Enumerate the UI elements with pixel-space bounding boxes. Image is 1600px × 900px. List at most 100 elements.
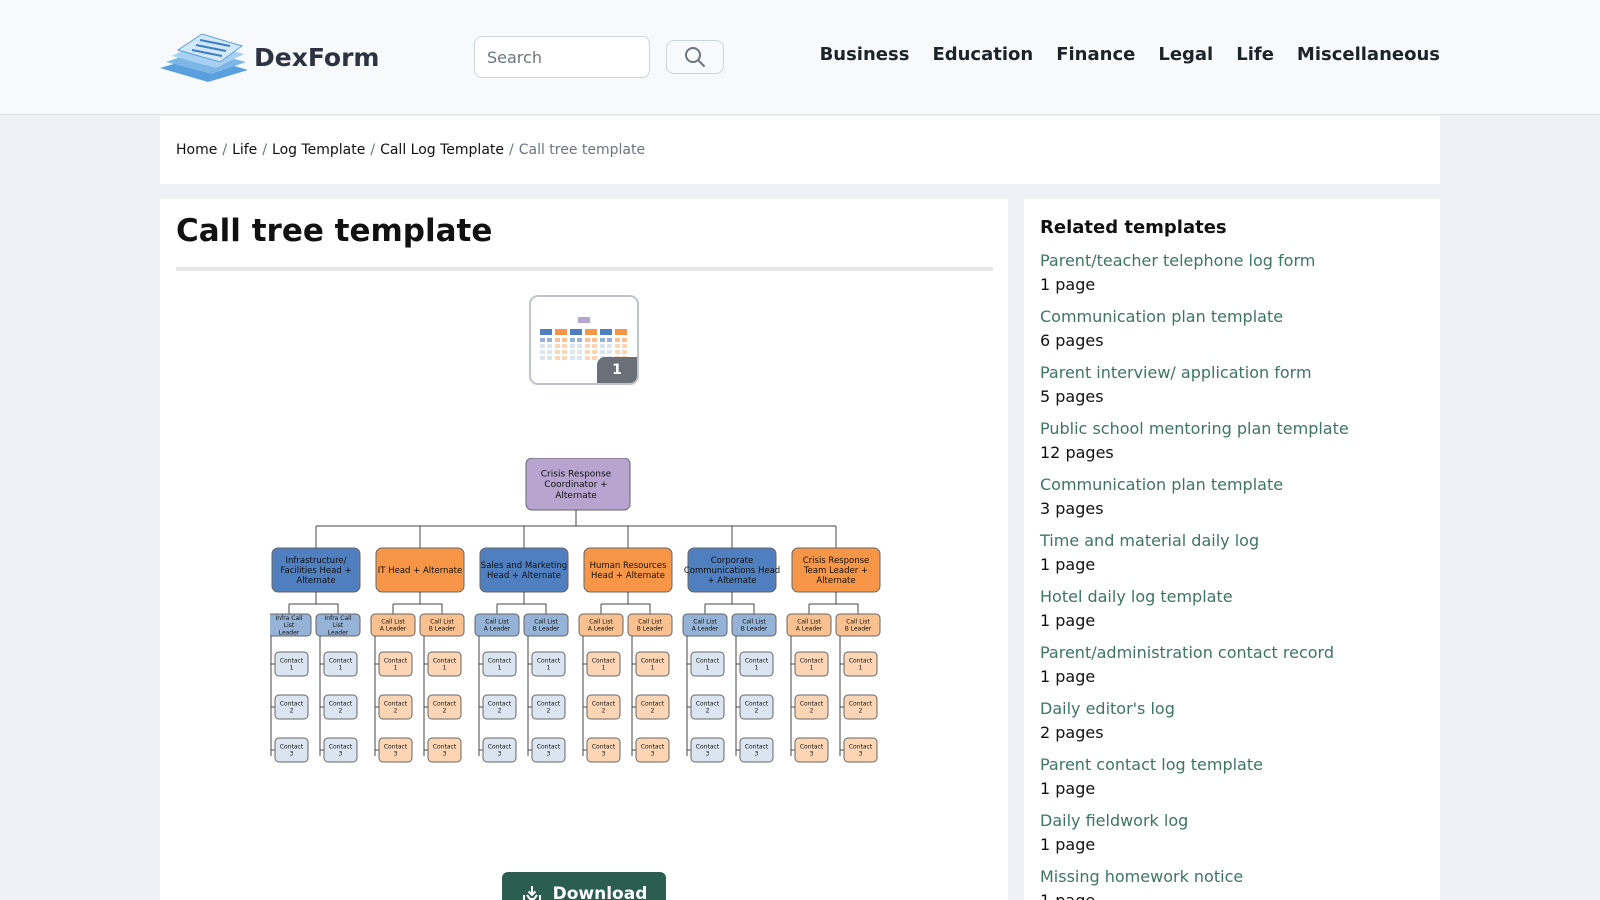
related-item-link[interactable]: Parent/administration contact record [1040, 642, 1424, 664]
nav-education[interactable]: Education [932, 44, 1033, 65]
related-item-link[interactable]: Parent contact log template [1040, 754, 1424, 776]
thumb-cell [555, 356, 560, 360]
tree-leader-label: Call List A Leader [380, 619, 407, 633]
page-title: Call tree template [176, 213, 493, 249]
thumb-cell [600, 350, 605, 354]
thumb-head [570, 329, 582, 335]
template-panel: Call tree template 1 Crisis Response Coor… [160, 199, 1008, 900]
breadcrumb: Home / Life / Log Template / Call Log Te… [160, 116, 1440, 184]
thumb-cell [585, 338, 590, 342]
related-list: Parent/teacher telephone log form 1 page C… [1040, 250, 1424, 900]
breadcrumb-separator: / [509, 142, 514, 158]
thumb-cell [570, 356, 575, 360]
thumb-cell [615, 344, 620, 348]
search-button[interactable] [666, 40, 724, 74]
thumb-cell [562, 338, 567, 342]
nav-business[interactable]: Business [820, 44, 910, 65]
thumb-cell [540, 350, 545, 354]
thumb-cell [547, 350, 552, 354]
search-input[interactable] [474, 36, 650, 78]
thumb-cell [570, 350, 575, 354]
related-item: Public school mentoring plan template 12 … [1040, 418, 1424, 474]
thumb-cell [540, 338, 545, 342]
related-item-link[interactable]: Hotel daily log template [1040, 586, 1424, 608]
thumb-root [578, 317, 590, 323]
related-item-link[interactable]: Time and material daily log [1040, 530, 1424, 552]
thumb-cell [547, 338, 552, 342]
tree-leader-label: Call List A Leader [796, 619, 823, 633]
logo-icon [160, 33, 248, 82]
thumb-cell [607, 338, 612, 342]
thumb-cell [622, 350, 627, 354]
related-item: Parent interview/ application form 5 page… [1040, 362, 1424, 418]
related-item-pages: 6 pages [1040, 331, 1104, 350]
thumb-cell [547, 344, 552, 348]
related-item-pages: 2 pages [1040, 723, 1104, 742]
nav-legal[interactable]: Legal [1158, 44, 1213, 65]
thumb-cell [585, 344, 590, 348]
site-header: DexForm Business Education Finance Legal… [0, 0, 1600, 115]
thumb-head [540, 329, 552, 335]
brand-logo[interactable]: DexForm [160, 32, 379, 82]
thumb-cell [540, 344, 545, 348]
thumb-cell [592, 344, 597, 348]
thumb-cell [592, 350, 597, 354]
thumb-cell [577, 350, 582, 354]
thumb-cell [615, 338, 620, 342]
breadcrumb-life[interactable]: Life [232, 142, 257, 158]
nav-finance[interactable]: Finance [1056, 44, 1135, 65]
nav-miscellaneous[interactable]: Miscellaneous [1297, 44, 1440, 65]
related-item-pages: 1 page [1040, 835, 1096, 854]
thumb-cell [600, 344, 605, 348]
breadcrumb-separator: / [262, 142, 268, 158]
related-item-link[interactable]: Parent/teacher telephone log form [1040, 250, 1424, 272]
thumb-cell [607, 350, 612, 354]
related-item: Communication plan template 6 pages [1040, 306, 1424, 362]
breadcrumb-separator: / [222, 142, 228, 158]
related-item: Parent contact log template 1 page [1040, 754, 1424, 810]
nav-life[interactable]: Life [1236, 44, 1274, 65]
tree-leader-label: Call List B Leader [637, 619, 664, 633]
thumb-cell [585, 356, 590, 360]
related-item-pages: 1 page [1040, 275, 1096, 294]
related-item-link[interactable]: Parent interview/ application form [1040, 362, 1424, 384]
thumb-cell [577, 338, 582, 342]
breadcrumb-call-log-template[interactable]: Call Log Template [380, 142, 504, 158]
thumb-cell [622, 344, 627, 348]
related-item-link[interactable]: Communication plan template [1040, 306, 1424, 328]
related-item: Parent/teacher telephone log form 1 page [1040, 250, 1424, 306]
related-item: Communication plan template 3 pages [1040, 474, 1424, 530]
thumb-head [555, 329, 567, 335]
breadcrumb-current: Call tree template [518, 142, 646, 158]
related-item-link[interactable]: Public school mentoring plan template [1040, 418, 1424, 440]
related-item: Missing homework notice1 page [1040, 866, 1424, 900]
page-thumbnail[interactable]: 1 [529, 295, 639, 385]
thumb-cell [555, 344, 560, 348]
download-button[interactable]: Download [502, 872, 666, 900]
related-item-pages: 1 page [1040, 611, 1096, 630]
related-item-pages: 1 page [1040, 779, 1096, 798]
tree-head-label: Sales and Marketing Head + Alternate [481, 561, 567, 581]
thumb-cell [607, 344, 612, 348]
related-item: Time and material daily log 1 page [1040, 530, 1424, 586]
related-item-pages: 1 page [1040, 555, 1096, 574]
thumb-cell [622, 338, 627, 342]
related-item-link[interactable]: Daily editor's log [1040, 698, 1424, 720]
breadcrumb-log-template[interactable]: Log Template [272, 142, 365, 158]
thumb-cell [600, 338, 605, 342]
thumb-cell [585, 350, 590, 354]
thumb-cell [562, 344, 567, 348]
title-divider [176, 267, 993, 271]
related-title: Related templates [1040, 217, 1227, 238]
related-item-pages: 3 pages [1040, 499, 1104, 518]
related-item-pages: 1 page [1040, 888, 1424, 900]
breadcrumb-home[interactable]: Home [176, 142, 217, 158]
related-item-link[interactable]: Communication plan template [1040, 474, 1424, 496]
page-count-badge: 1 [597, 357, 637, 383]
related-item-link[interactable]: Daily fieldwork log [1040, 810, 1424, 832]
thumb-cell [570, 344, 575, 348]
thumb-cell [555, 350, 560, 354]
related-item-link[interactable]: Missing homework notice [1040, 866, 1424, 888]
search-icon [685, 47, 705, 67]
thumb-head [585, 329, 597, 335]
